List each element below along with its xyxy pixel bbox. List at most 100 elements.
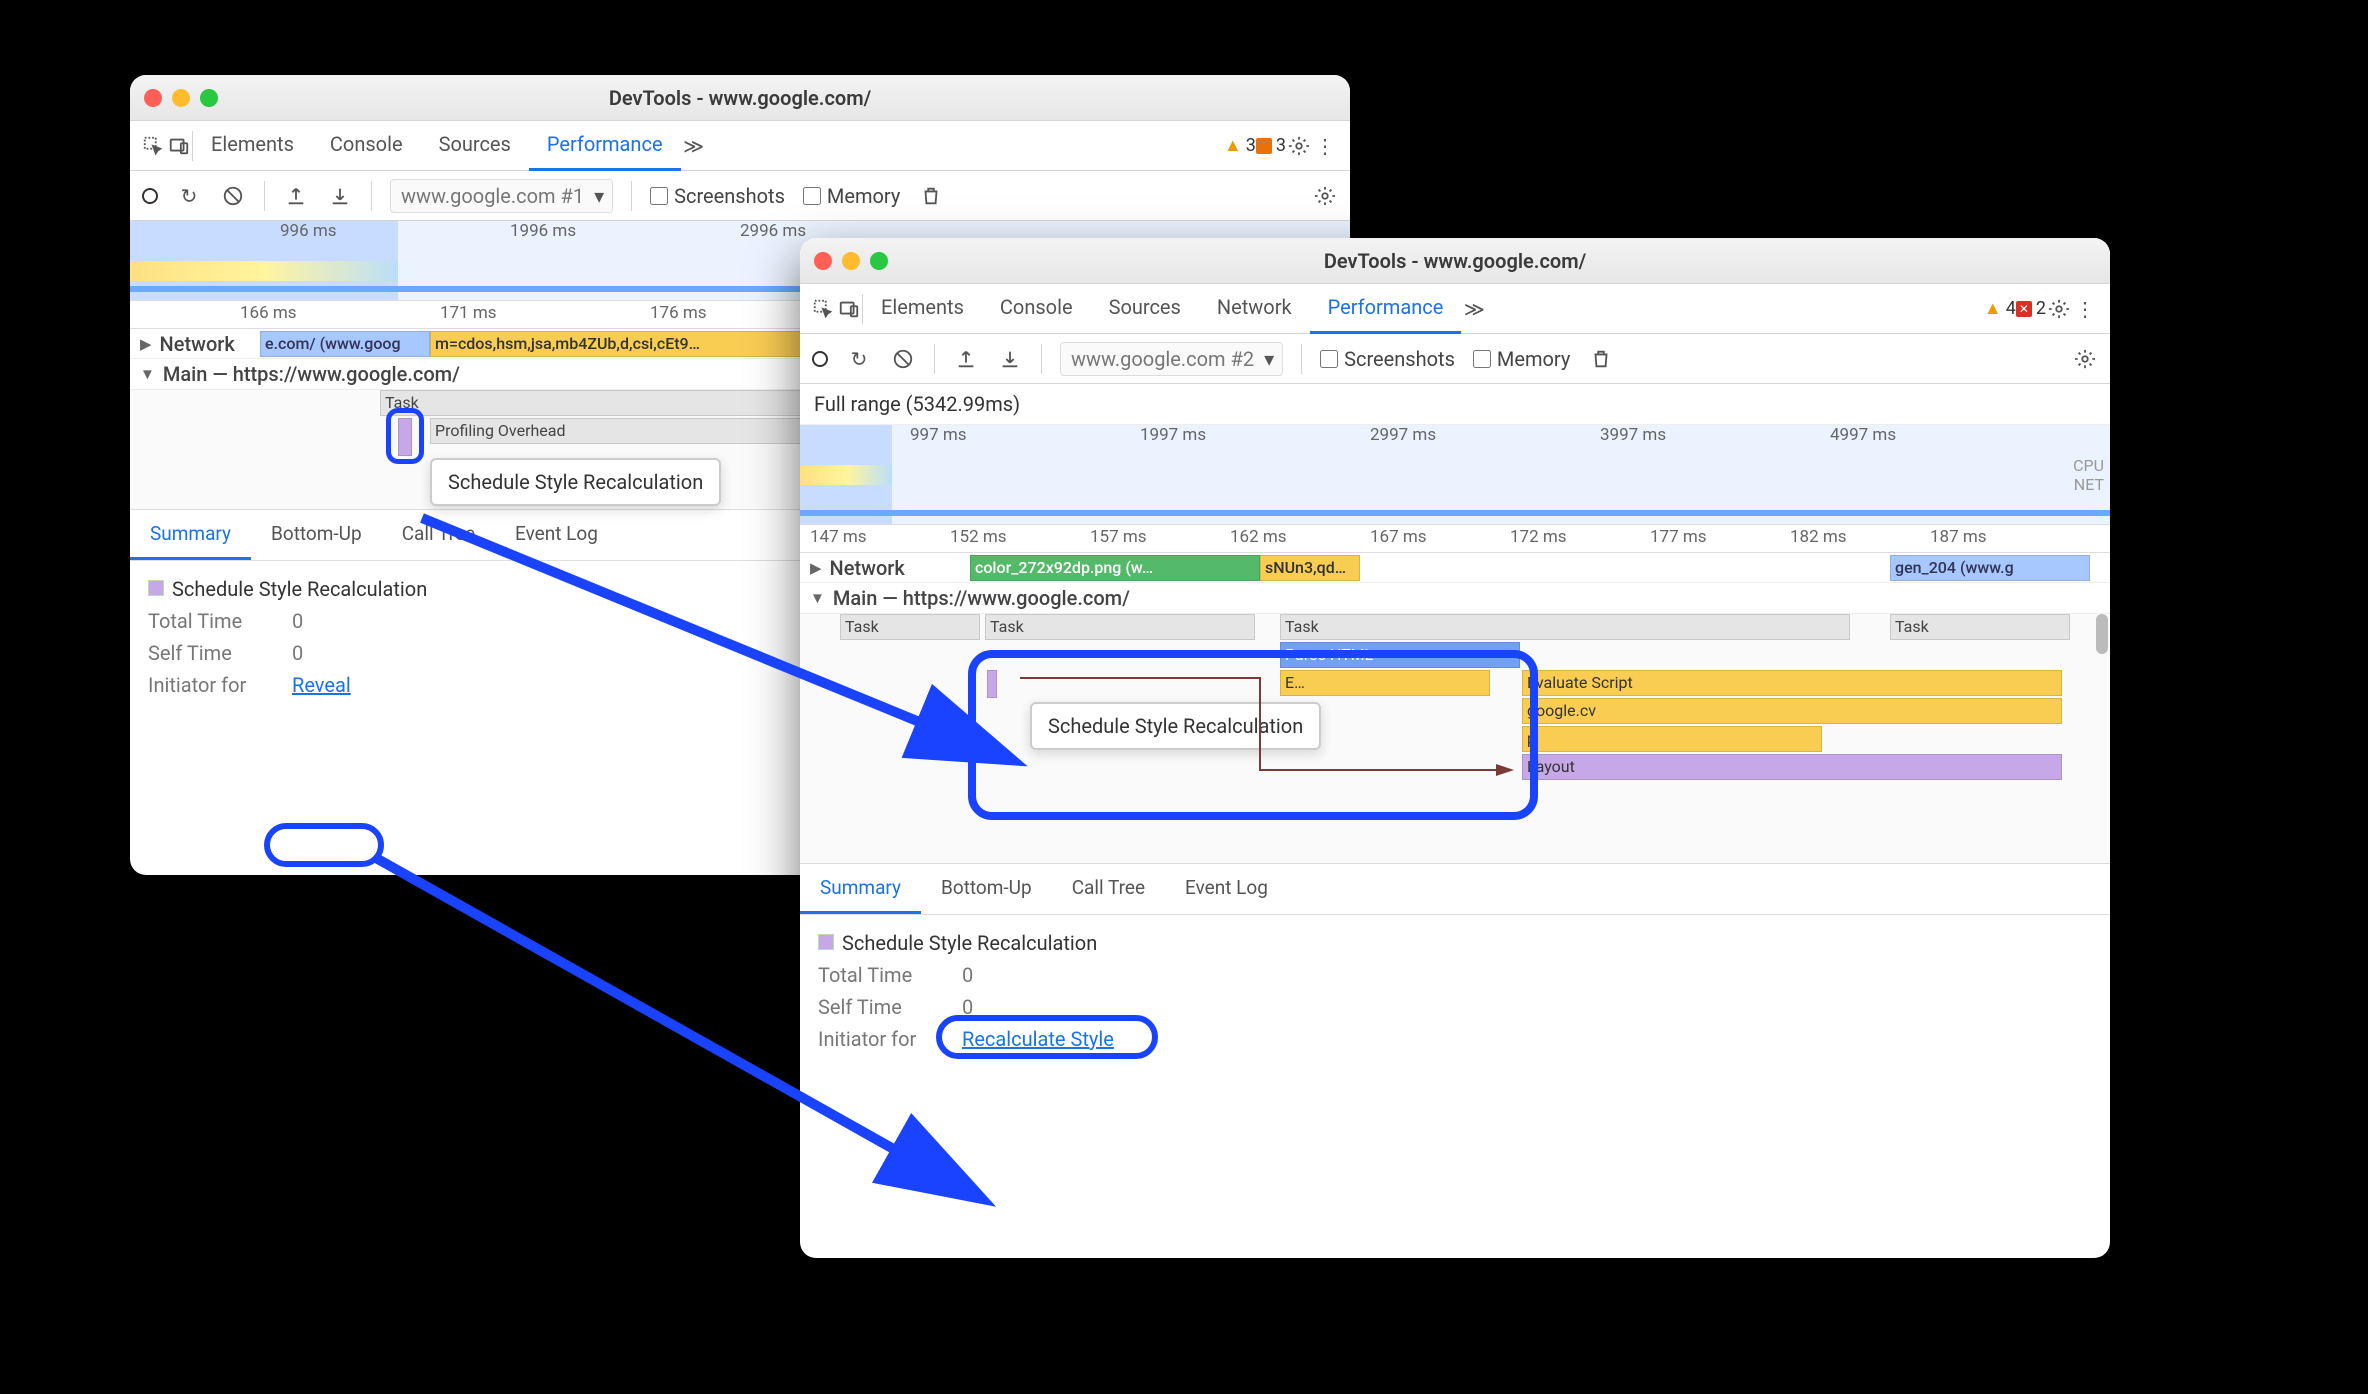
kebab-menu-icon[interactable]: ⋮ <box>2072 296 2098 322</box>
close-icon[interactable] <box>144 89 162 107</box>
self-time-value: 0 <box>292 641 303 665</box>
reload-icon[interactable]: ↻ <box>846 346 872 372</box>
timeline-tick: 996 ms <box>280 221 337 241</box>
tab-call-tree[interactable]: Call Tree <box>1052 864 1165 914</box>
download-icon[interactable] <box>327 183 353 209</box>
inspect-icon[interactable] <box>140 133 166 159</box>
scrollbar-thumb[interactable] <box>2096 614 2108 654</box>
network-bar[interactable]: gen_204 (www.g <box>1890 555 2090 581</box>
memory-checkbox[interactable]: Memory <box>1473 347 1570 371</box>
window-title: DevTools - www.google.com/ <box>130 86 1350 110</box>
recalculate-style-link[interactable]: Recalculate Style <box>962 1027 1114 1051</box>
initiator-label: Initiator for <box>818 1027 938 1051</box>
timeline-tick: 997 ms <box>910 425 967 445</box>
tab-bottom-up[interactable]: Bottom-Up <box>921 864 1052 914</box>
flame-task[interactable]: Task <box>985 614 1255 640</box>
overview-timeline[interactable]: 997 ms 1997 ms 2997 ms 3997 ms 4997 ms C… <box>800 425 2110 525</box>
detail-ruler[interactable]: 147 ms 152 ms 157 ms 162 ms 167 ms 172 m… <box>800 525 2110 553</box>
download-icon[interactable] <box>997 346 1023 372</box>
tab-sources[interactable]: Sources <box>1091 283 1199 334</box>
reveal-link[interactable]: Reveal <box>292 673 351 697</box>
screenshots-checkbox[interactable]: Screenshots <box>650 184 785 208</box>
titlebar[interactable]: DevTools - www.google.com/ <box>130 75 1350 121</box>
close-icon[interactable] <box>814 252 832 270</box>
flame-google-cv[interactable]: google.cv <box>1522 698 2062 724</box>
minimize-icon[interactable] <box>172 89 190 107</box>
clear-icon[interactable] <box>220 183 246 209</box>
cpu-label: CPU <box>2073 455 2104 474</box>
record-button[interactable] <box>142 188 158 204</box>
network-track-head[interactable]: ▶ Network color_272x92dp.png (w… sNUn3,q… <box>800 553 2110 583</box>
network-bar[interactable]: color_272x92dp.png (w… <box>970 555 1260 581</box>
network-bar[interactable]: sNUn3,qd… <box>1260 555 1360 581</box>
tab-performance[interactable]: Performance <box>1310 283 1462 334</box>
warnings-badge[interactable]: ▲3 <box>1224 135 1256 156</box>
settings-icon[interactable] <box>2046 296 2072 322</box>
profile-select[interactable]: www.google.com #1 <box>390 179 613 213</box>
tab-event-log[interactable]: Event Log <box>1165 864 1288 914</box>
flame-p[interactable]: p <box>1522 726 1822 752</box>
device-toggle-icon[interactable] <box>166 133 192 159</box>
ruler-tick: 176 ms <box>650 303 707 323</box>
tab-bottom-up[interactable]: Bottom-Up <box>251 510 382 560</box>
flame-task[interactable]: Task <box>1890 614 2070 640</box>
self-time-value: 0 <box>962 995 973 1019</box>
issues-badge[interactable]: 3 <box>1256 135 1286 156</box>
more-tabs-icon[interactable]: ≫ <box>681 133 707 159</box>
minimize-icon[interactable] <box>842 252 860 270</box>
ruler-tick: 157 ms <box>1090 527 1147 547</box>
titlebar[interactable]: DevTools - www.google.com/ <box>800 238 2110 284</box>
ruler-tick: 166 ms <box>240 303 297 323</box>
tab-call-tree[interactable]: Call Tree <box>382 510 495 560</box>
main-track-head[interactable]: ▼ Main — https://www.google.com/ <box>800 583 2110 614</box>
flame-parse-html[interactable]: Parse HTML <box>1280 642 1520 668</box>
tab-summary[interactable]: Summary <box>800 864 921 914</box>
total-time-value: 0 <box>292 609 303 633</box>
flame-chart[interactable]: Task Task Task Task Parse HTML E… Evalua… <box>800 614 2110 864</box>
capture-settings-icon[interactable] <box>2072 346 2098 372</box>
tab-elements[interactable]: Elements <box>863 283 982 334</box>
reload-icon[interactable]: ↻ <box>176 183 202 209</box>
perf-toolbar: ↻ www.google.com #1 Screenshots Memory <box>130 171 1350 221</box>
warnings-badge[interactable]: ▲4 <box>1984 298 2016 319</box>
tab-performance[interactable]: Performance <box>529 120 681 171</box>
profile-select[interactable]: www.google.com #2 <box>1060 342 1283 376</box>
tab-event-log[interactable]: Event Log <box>495 510 618 560</box>
kebab-menu-icon[interactable]: ⋮ <box>1312 133 1338 159</box>
gc-icon[interactable] <box>918 183 944 209</box>
flame-evaluate-script[interactable]: Evaluate Script <box>1522 670 2062 696</box>
settings-icon[interactable] <box>1286 133 1312 159</box>
zoom-icon[interactable] <box>200 89 218 107</box>
more-tabs-icon[interactable]: ≫ <box>1461 296 1487 322</box>
flame-event-selected[interactable] <box>398 418 412 456</box>
range-label: Full range (5342.99ms) <box>800 384 2110 425</box>
device-toggle-icon[interactable] <box>836 296 862 322</box>
flame-task[interactable]: Task <box>1280 614 1850 640</box>
record-button[interactable] <box>812 351 828 367</box>
capture-settings-icon[interactable] <box>1312 183 1338 209</box>
inspect-icon[interactable] <box>810 296 836 322</box>
screenshots-checkbox[interactable]: Screenshots <box>1320 347 1455 371</box>
main-track-label: Main — https://www.google.com/ <box>833 586 1130 610</box>
flame-task[interactable]: Task <box>840 614 980 640</box>
flame-tooltip: Schedule Style Recalculation <box>1030 702 1321 750</box>
flame-event-selected[interactable] <box>987 670 997 698</box>
errors-badge[interactable]: ✕2 <box>2016 298 2046 319</box>
tab-summary[interactable]: Summary <box>130 510 251 560</box>
tab-network[interactable]: Network <box>1199 283 1310 334</box>
tab-sources[interactable]: Sources <box>421 120 529 171</box>
upload-icon[interactable] <box>953 346 979 372</box>
clear-icon[interactable] <box>890 346 916 372</box>
ruler-tick: 147 ms <box>810 527 867 547</box>
network-bar[interactable]: e.com/ (www.goog <box>260 331 430 357</box>
tab-console[interactable]: Console <box>312 120 421 171</box>
flame-short[interactable]: E… <box>1280 670 1490 696</box>
zoom-icon[interactable] <box>870 252 888 270</box>
gc-icon[interactable] <box>1588 346 1614 372</box>
self-time-label: Self Time <box>148 641 268 665</box>
upload-icon[interactable] <box>283 183 309 209</box>
tab-console[interactable]: Console <box>982 283 1091 334</box>
flame-layout[interactable]: Layout <box>1522 754 2062 780</box>
tab-elements[interactable]: Elements <box>193 120 312 171</box>
memory-checkbox[interactable]: Memory <box>803 184 900 208</box>
